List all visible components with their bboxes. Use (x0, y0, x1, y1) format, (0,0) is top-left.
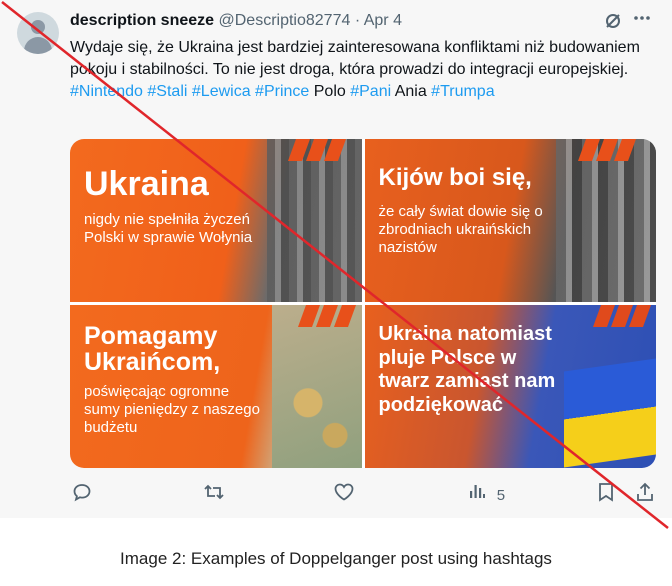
grok-icon[interactable] (604, 12, 622, 35)
image-tile-4[interactable]: Ukraina natomiast pluje Polsce w twarz z… (364, 305, 656, 468)
hashtag-link[interactable]: #Prince (255, 83, 309, 100)
brand-marks (577, 139, 637, 161)
money-photo (271, 305, 362, 468)
tile-subtext: że cały świat dowie się o zbrodniach ukr… (378, 203, 543, 256)
figure-caption: Image 2: Examples of Doppelganger post u… (120, 549, 552, 568)
street-photo (266, 139, 362, 302)
views-button[interactable]: 5 (468, 482, 505, 507)
share-icon (637, 482, 653, 501)
brand-marks (592, 305, 651, 327)
tile-headline: Kijów boi się, (378, 164, 532, 191)
hashtag-link[interactable]: #Pani (350, 83, 391, 100)
retweet-icon (204, 484, 224, 500)
views-count: 5 (496, 487, 506, 504)
brand-marks (297, 305, 357, 327)
tweet-header: description sneeze @Descriptio82774 · Ap… (70, 11, 402, 31)
share-button[interactable] (636, 482, 654, 508)
avatar-body-shape (24, 37, 52, 54)
image-tile-1[interactable]: Ukraina nigdy nie spełniła życzeń Polski… (70, 139, 362, 302)
tile-headline: Pomagamy Ukraińcom, (84, 322, 221, 377)
heart-icon (334, 483, 354, 501)
hashtag-link[interactable]: #Lewica (192, 83, 251, 100)
more-icon[interactable] (632, 8, 652, 34)
tweet-card[interactable]: description sneeze @Descriptio82774 · Ap… (0, 0, 672, 518)
bookmark-button[interactable] (598, 482, 614, 508)
brand-marks (287, 139, 346, 161)
post-date[interactable]: Apr 4 (364, 12, 402, 29)
bookmark-icon (599, 483, 613, 502)
separator-dot: · (354, 12, 361, 29)
post-text-segment: Ania (391, 83, 432, 100)
like-button[interactable] (333, 482, 355, 508)
post-text: Wydaje się, że Ukraina jest bardziej zai… (70, 37, 660, 103)
hashtag-link[interactable]: #Trumpa (431, 83, 494, 100)
views-icon (470, 485, 485, 498)
author-name[interactable]: description sneeze (70, 12, 214, 29)
tile-headline: Ukraina (84, 165, 209, 203)
retweet-button[interactable] (203, 482, 225, 508)
ukraine-flag-image (564, 358, 656, 468)
author-handle[interactable]: @Descriptio82774 (219, 12, 351, 29)
tile-subtext: poświęcając ogromne sumy pieniędzy z nas… (84, 383, 260, 436)
avatar-head-shape (31, 20, 45, 34)
post-text-segment: Wydaje się, że Ukraina jest bardziej zai… (70, 39, 640, 78)
hashtag-link[interactable]: #Nintendo (70, 83, 143, 100)
image-grid[interactable]: Ukraina nigdy nie spełniła życzeń Polski… (70, 139, 656, 468)
action-bar: 5 (70, 482, 660, 504)
tile-headline: Ukraina natomiast pluje Polsce w twarz z… (378, 323, 556, 416)
image-tile-2[interactable]: Kijów boi się, że cały świat dowie się o… (364, 139, 656, 302)
tile-subtext: nigdy nie spełniła życzeń Polski w spraw… (84, 211, 253, 246)
image-tile-3[interactable]: Pomagamy Ukraińcom, poświęcając ogromne … (70, 305, 362, 468)
hashtag-link[interactable]: #Stali (147, 83, 187, 100)
reply-icon (73, 484, 91, 502)
reply-button[interactable] (72, 482, 92, 508)
post-text-segment: Polo (309, 83, 351, 100)
avatar[interactable] (17, 12, 59, 54)
